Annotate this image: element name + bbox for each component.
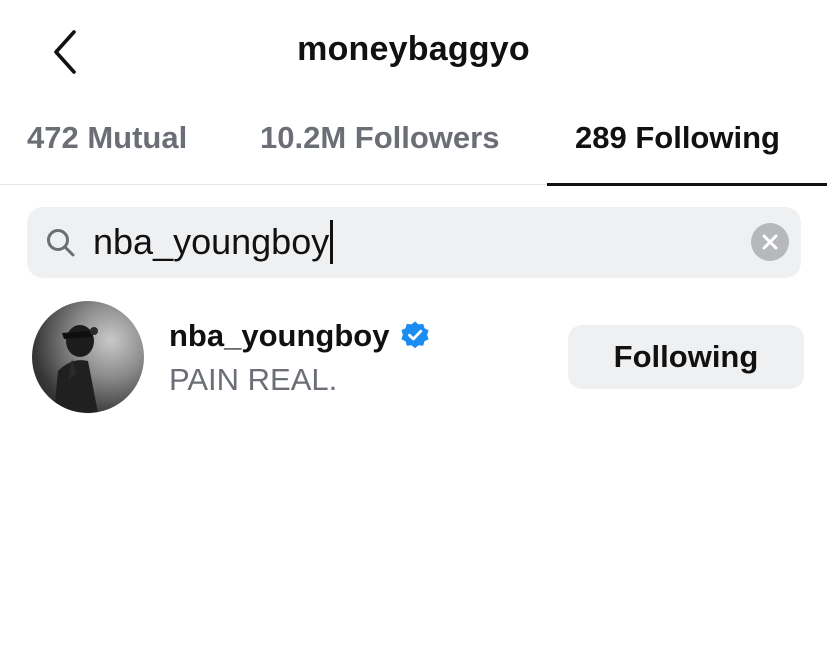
search-icon	[47, 229, 75, 257]
verified-badge-icon	[401, 321, 430, 349]
list-item[interactable]: nba_youngboy PAIN REAL. Following	[0, 296, 827, 420]
search-bar[interactable]: nba_youngboy	[27, 207, 801, 278]
tab-followers[interactable]: 10.2M Followers	[260, 120, 499, 156]
username-line: nba_youngboy	[169, 318, 431, 354]
tab-mutual[interactable]: 472 Mutual	[27, 120, 187, 156]
page-title: moneybaggyo	[297, 30, 530, 68]
username[interactable]: nba_youngboy	[169, 318, 389, 354]
following-button[interactable]: Following	[568, 325, 804, 389]
active-tab-indicator	[547, 183, 827, 186]
clear-search-button[interactable]	[751, 223, 789, 261]
tab-following[interactable]: 289 Following	[575, 120, 780, 156]
search-input[interactable]: nba_youngboy	[93, 219, 334, 265]
user-bio: PAIN REAL.	[169, 362, 338, 397]
clear-icon	[762, 234, 778, 250]
avatar[interactable]	[32, 301, 144, 413]
text-caret	[330, 220, 334, 264]
header: moneybaggyo	[0, 0, 827, 100]
search-input-value: nba_youngboy	[93, 221, 330, 262]
avatar-photo	[54, 325, 98, 413]
following-list-screen: moneybaggyo 472 Mutual 10.2M Followers 2…	[0, 0, 827, 672]
tab-bar: 472 Mutual 10.2M Followers 289 Following	[0, 108, 827, 186]
